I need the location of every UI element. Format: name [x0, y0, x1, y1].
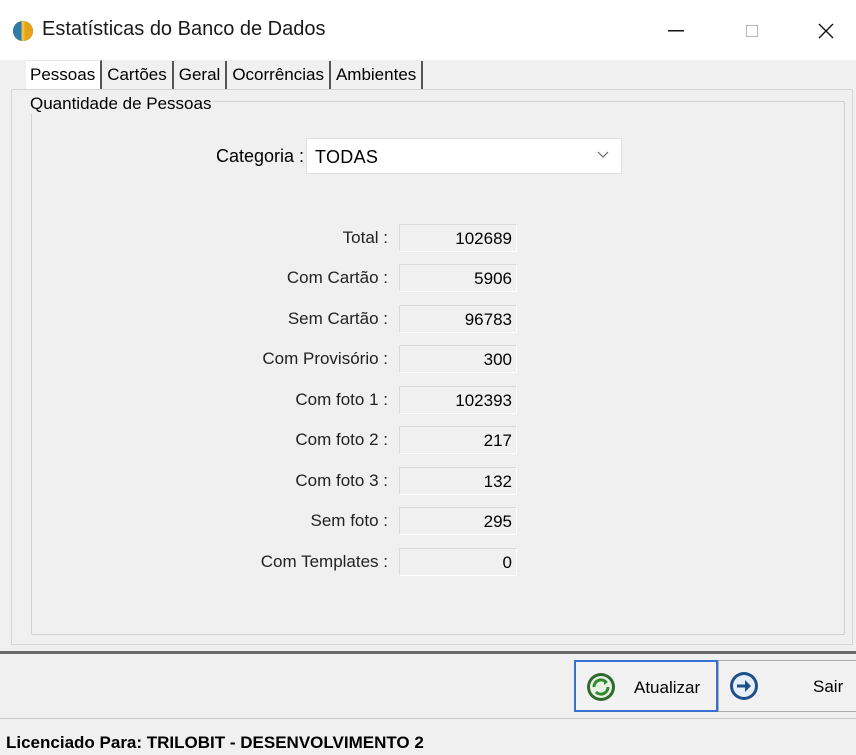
status-bar: Licenciado Para: TRILOBIT - DESENVOLVIME…	[0, 718, 856, 755]
sem-foto-label: Sem foto :	[310, 511, 388, 530]
com-cartao-label: Com Cartão :	[286, 268, 388, 287]
minimize-icon	[668, 30, 684, 32]
tab-strip: Pessoas Cartões Geral Ocorrências Ambien…	[26, 60, 424, 90]
tab-geral[interactable]: Geral	[174, 61, 228, 90]
title-bar: Estatísticas do Banco de Dados	[0, 0, 856, 60]
com-provisorio-label: Com Provisório :	[262, 349, 388, 368]
sem-cartao-value: 96783	[399, 305, 517, 333]
total-label: Total :	[342, 228, 388, 247]
com-foto-3-label: Com foto 3 :	[295, 471, 388, 490]
com-foto-3-value: 132	[399, 467, 517, 495]
maximize-button[interactable]	[722, 10, 782, 52]
tab-ocorrencias[interactable]: Ocorrências	[227, 61, 331, 90]
com-provisorio-value: 300	[399, 345, 517, 373]
com-templates-value: 0	[399, 548, 517, 576]
category-select[interactable]: TODAS	[306, 138, 622, 174]
sair-label: Sair	[813, 677, 844, 696]
total-value: 102689	[399, 224, 517, 252]
tab-pessoas[interactable]: Pessoas	[26, 60, 103, 90]
atualizar-label: Atualizar	[634, 678, 701, 697]
category-value: TODAS	[315, 147, 379, 167]
exit-arrow-icon	[730, 672, 758, 700]
app-globe-icon	[13, 21, 33, 41]
sem-cartao-label: Sem Cartão :	[287, 309, 388, 328]
com-templates-label: Com Templates :	[260, 552, 388, 571]
com-foto-1-label: Com foto 1 :	[295, 390, 388, 409]
group-title: Quantidade de Pessoas	[28, 94, 214, 114]
window-title: Estatísticas do Banco de Dados	[42, 18, 326, 40]
maximize-icon	[746, 25, 758, 37]
minimize-button[interactable]	[646, 10, 706, 52]
category-label: Categoria :	[216, 146, 305, 166]
tab-cartoes[interactable]: Cartões	[102, 61, 174, 90]
sair-button[interactable]: Sair	[718, 660, 856, 712]
com-foto-1-value: 102393	[399, 386, 517, 414]
close-button[interactable]	[796, 10, 856, 52]
refresh-icon	[587, 673, 615, 701]
close-icon	[818, 23, 834, 39]
com-cartao-value: 5906	[399, 264, 517, 292]
com-foto-2-value: 217	[399, 426, 517, 454]
sem-foto-value: 295	[399, 507, 517, 535]
atualizar-button[interactable]: Atualizar	[574, 660, 718, 712]
tab-ambientes[interactable]: Ambientes	[331, 61, 424, 90]
chevron-down-icon	[597, 151, 609, 158]
license-text: Licenciado Para: TRILOBIT - DESENVOLVIME…	[6, 733, 424, 752]
com-foto-2-label: Com foto 2 :	[295, 430, 388, 449]
divider	[0, 651, 856, 654]
